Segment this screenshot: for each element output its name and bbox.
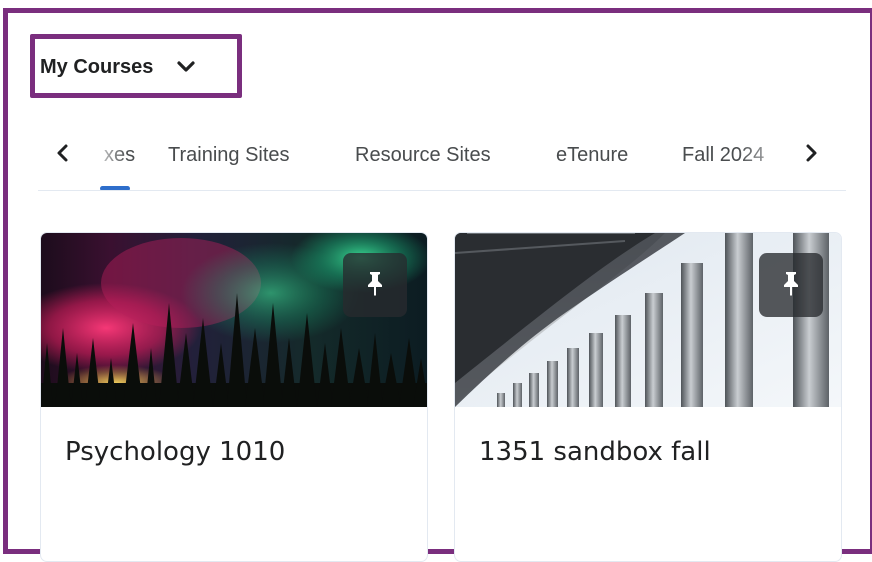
my-courses-label: My Courses (40, 55, 154, 78)
course-tabs: xes Training Sites Resource Sites eTenur… (38, 130, 846, 192)
chevron-left-icon (53, 143, 73, 168)
course-title: Psychology 1010 (65, 437, 286, 467)
pin-icon (365, 270, 385, 301)
tabs-divider (38, 190, 846, 191)
tab-training-sites[interactable]: Training Sites (168, 142, 290, 168)
pin-button[interactable] (759, 253, 823, 317)
tab-resource-sites[interactable]: Resource Sites (355, 142, 491, 168)
scroll-right-button[interactable] (798, 142, 824, 168)
tab-fall-2024[interactable]: Fall 2024 (682, 142, 764, 168)
my-courses-dropdown[interactable]: My Courses (40, 52, 197, 82)
course-card-sandbox[interactable]: 1351 sandbox fall (454, 232, 842, 562)
tab-etenure[interactable]: eTenure (556, 142, 628, 168)
course-card-psychology[interactable]: Psychology 1010 (40, 232, 428, 562)
tab-list: xes Training Sites Resource Sites eTenur… (98, 138, 788, 172)
pin-button[interactable] (343, 253, 407, 317)
chevron-down-icon (175, 56, 197, 78)
pin-icon (781, 270, 801, 301)
course-title: 1351 sandbox fall (479, 437, 711, 467)
tab-xes[interactable]: xes (104, 142, 135, 168)
scroll-left-button[interactable] (50, 142, 76, 168)
top-heading-fragment (0, 0, 872, 8)
chevron-right-icon (801, 143, 821, 168)
